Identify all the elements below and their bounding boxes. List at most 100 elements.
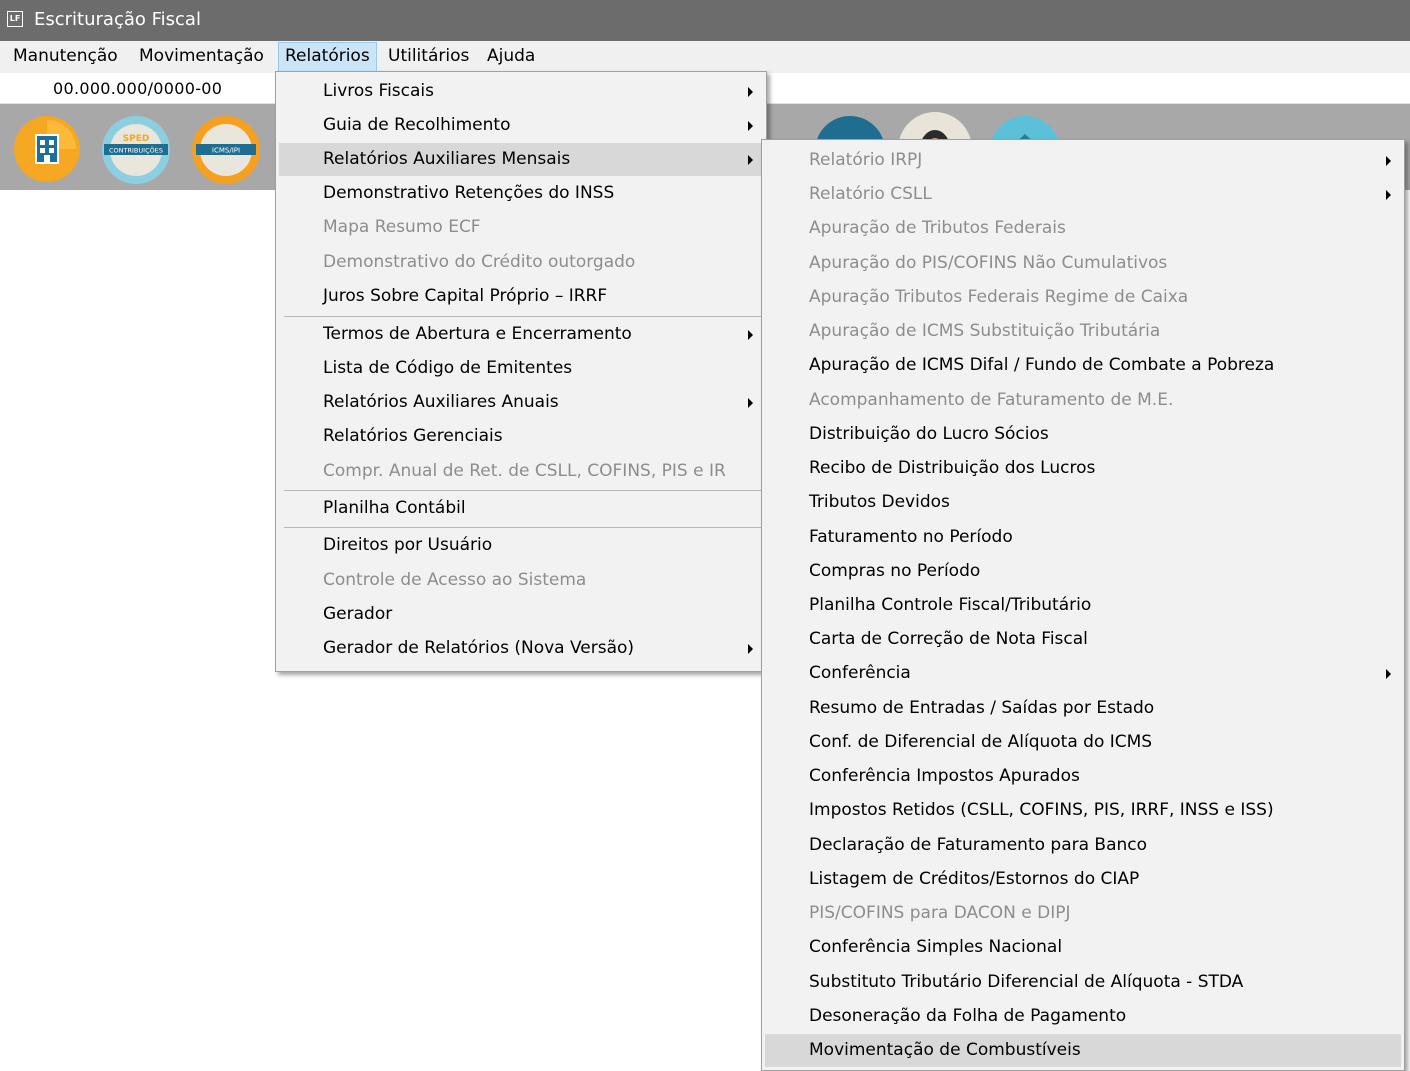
menu-item-label: Resumo de Entradas / Saídas por Estado — [809, 698, 1155, 718]
menu-item-label: Relatórios Auxiliares Anuais — [323, 392, 559, 412]
menu-item-label: Recibo de Distribuição dos Lucros — [809, 458, 1096, 478]
menu-item-label: Compras no Período — [809, 561, 981, 581]
submenu-arrow-icon — [748, 644, 753, 654]
submenu-arrow-icon — [1386, 156, 1391, 166]
menu-item-label: Conferência Simples Nacional — [809, 937, 1063, 957]
menu-item-direitos-usuario[interactable]: Direitos por Usuário — [279, 529, 763, 562]
menu-ajuda[interactable]: Ajuda — [481, 42, 541, 72]
menu-item-juros-capital-proprio[interactable]: Juros Sobre Capital Próprio – IRRF — [279, 280, 763, 313]
menu-item-label: Movimentação de Combustíveis — [809, 1040, 1081, 1060]
menu-item-guia-recolhimento[interactable]: Guia de Recolhimento — [279, 109, 763, 142]
submenu-item-stda[interactable]: Substituto Tributário Diferencial de Alí… — [765, 966, 1401, 999]
submenu-item-resumo-entradas-saidas[interactable]: Resumo de Entradas / Saídas por Estado — [765, 692, 1401, 725]
submenu-item-tributos-devidos[interactable]: Tributos Devidos — [765, 486, 1401, 519]
submenu-item-planilha-controle-fiscal[interactable]: Planilha Controle Fiscal/Tributário — [765, 589, 1401, 622]
menu-item-label: Direitos por Usuário — [323, 535, 493, 555]
menu-item-label: Demonstrativo do Crédito outorgado — [323, 252, 636, 272]
menu-item-label: Planilha Contábil — [323, 498, 466, 518]
submenu-item-declaracao-faturamento[interactable]: Declaração de Faturamento para Banco — [765, 829, 1401, 862]
menu-item-label: Apuração do PIS/COFINS Não Cumulativos — [809, 253, 1168, 273]
submenu-item-relatorio-irpj: Relatório IRPJ — [765, 144, 1401, 177]
menu-item-termos-abertura[interactable]: Termos de Abertura e Encerramento — [279, 318, 763, 351]
menu-item-relatorios-gerenciais[interactable]: Relatórios Gerenciais — [279, 420, 763, 453]
menu-item-label: Declaração de Faturamento para Banco — [809, 835, 1148, 855]
icms-ipi-label: ICMS/IPI — [212, 147, 240, 155]
menu-separator — [284, 316, 762, 317]
submenu-item-apuracao-regime-caixa: Apuração Tributos Federais Regime de Cai… — [765, 281, 1401, 314]
submenu-item-desoneracao-folha[interactable]: Desoneração da Folha de Pagamento — [765, 1000, 1401, 1033]
submenu-item-recibo-distribuicao[interactable]: Recibo de Distribuição dos Lucros — [765, 452, 1401, 485]
submenu-item-movimentacao-combustiveis[interactable]: Movimentação de Combustíveis — [765, 1034, 1401, 1067]
menu-item-lista-codigo-emitentes[interactable]: Lista de Código de Emitentes — [279, 352, 763, 385]
menu-bar: Manutenção Movimentação Relatórios Utili… — [0, 41, 1410, 73]
menu-item-demonstrativo-retencoes-inss[interactable]: Demonstrativo Retenções do INSS — [279, 177, 763, 210]
submenu-item-apuracao-tributos-federais: Apuração de Tributos Federais — [765, 212, 1401, 245]
menu-item-label: Mapa Resumo ECF — [323, 217, 481, 237]
menu-item-label: Planilha Controle Fiscal/Tributário — [809, 595, 1092, 615]
submenu-item-acompanhamento-faturamento: Acompanhamento de Faturamento de M.E. — [765, 384, 1401, 417]
menu-utilitarios[interactable]: Utilitários — [382, 42, 475, 72]
menu-item-label: Gerador — [323, 604, 393, 624]
menu-item-label: Conf. de Diferencial de Alíquota do ICMS — [809, 732, 1153, 752]
submenu-item-conf-diferencial-aliquota[interactable]: Conf. de Diferencial de Alíquota do ICMS — [765, 726, 1401, 759]
menu-relatorios[interactable]: Relatórios — [278, 42, 377, 72]
menu-item-gerador[interactable]: Gerador — [279, 598, 763, 631]
submenu-item-compras-periodo[interactable]: Compras no Período — [765, 555, 1401, 588]
menu-separator — [284, 490, 762, 491]
submenu-item-distribuicao-lucro[interactable]: Distribuição do Lucro Sócios — [765, 418, 1401, 451]
menu-item-demonstrativo-credito-outorgado: Demonstrativo do Crédito outorgado — [279, 246, 763, 279]
menu-item-label: Apuração de ICMS Substituição Tributária — [809, 321, 1161, 341]
submenu-arrow-icon — [748, 155, 753, 165]
app-icon: LF — [7, 11, 23, 27]
menu-item-label: Relatórios Gerenciais — [323, 426, 503, 446]
submenu-arrow-icon — [1386, 190, 1391, 200]
submenu-arrow-icon — [748, 398, 753, 408]
menu-item-compr-anual-ret: Compr. Anual de Ret. de CSLL, COFINS, PI… — [279, 455, 763, 488]
submenu-item-faturamento-periodo[interactable]: Faturamento no Período — [765, 521, 1401, 554]
submenu-item-apuracao-icms-difal[interactable]: Apuração de ICMS Difal / Fundo de Combat… — [765, 349, 1401, 382]
icms-ipi-icon[interactable]: ICMS/IPI — [190, 114, 262, 186]
window-title: Escrituração Fiscal — [34, 9, 201, 30]
submenu-item-impostos-retidos[interactable]: Impostos Retidos (CSLL, COFINS, PIS, IRR… — [765, 794, 1401, 827]
relatorios-auxiliares-mensais-submenu: Relatório IRPJ Relatório CSLL Apuração d… — [761, 139, 1405, 1071]
menu-item-label: Substituto Tributário Diferencial de Alí… — [809, 972, 1244, 992]
menu-item-label: Acompanhamento de Faturamento de M.E. — [809, 390, 1174, 410]
menu-item-label: Distribuição do Lucro Sócios — [809, 424, 1049, 444]
submenu-item-pis-cofins-dacon: PIS/COFINS para DACON e DIPJ — [765, 897, 1401, 930]
submenu-item-conferencia[interactable]: Conferência — [765, 657, 1401, 690]
menu-item-relatorios-auxiliares-mensais[interactable]: Relatórios Auxiliares Mensais — [279, 143, 763, 176]
menu-item-label: Impostos Retidos (CSLL, COFINS, PIS, IRR… — [809, 800, 1274, 820]
submenu-item-carta-correcao[interactable]: Carta de Correção de Nota Fiscal — [765, 623, 1401, 656]
menu-item-label: Relatório CSLL — [809, 184, 932, 204]
menu-item-label: Gerador de Relatórios (Nova Versão) — [323, 638, 635, 658]
menu-item-label: Relatório IRPJ — [809, 150, 923, 170]
menu-item-planilha-contabil[interactable]: Planilha Contábil — [279, 492, 763, 525]
menu-item-mapa-resumo-ecf: Mapa Resumo ECF — [279, 211, 763, 244]
company-cnpj: 00.000.000/0000-00 — [53, 79, 223, 98]
menu-item-label: Livros Fiscais — [323, 81, 434, 101]
menu-item-label: Demonstrativo Retenções do INSS — [323, 183, 615, 203]
menu-item-relatorios-auxiliares-anuais[interactable]: Relatórios Auxiliares Anuais — [279, 386, 763, 419]
menu-item-label: PIS/COFINS para DACON e DIPJ — [809, 903, 1071, 923]
menu-item-label: Juros Sobre Capital Próprio – IRRF — [323, 286, 608, 306]
sped-label: SPED — [123, 134, 150, 144]
menu-manutencao[interactable]: Manutenção — [7, 42, 124, 72]
menu-item-label: Faturamento no Período — [809, 527, 1013, 547]
submenu-item-conferencia-simples[interactable]: Conferência Simples Nacional — [765, 931, 1401, 964]
submenu-arrow-icon — [1386, 669, 1391, 679]
submenu-item-apuracao-pis-cofins: Apuração do PIS/COFINS Não Cumulativos — [765, 247, 1401, 280]
menu-movimentacao[interactable]: Movimentação — [133, 42, 270, 72]
company-building-icon[interactable] — [14, 116, 80, 182]
menu-item-label: Termos de Abertura e Encerramento — [323, 324, 632, 344]
menu-item-label: Apuração Tributos Federais Regime de Cai… — [809, 287, 1189, 307]
submenu-item-conferencia-impostos[interactable]: Conferência Impostos Apurados — [765, 760, 1401, 793]
menu-item-label: Conferência — [809, 663, 911, 683]
title-bar: LF Escrituração Fiscal — [0, 0, 1410, 41]
menu-item-label: Apuração de ICMS Difal / Fundo de Combat… — [809, 355, 1275, 375]
submenu-item-listagem-ciap[interactable]: Listagem de Créditos/Estornos do CIAP — [765, 863, 1401, 896]
menu-item-label: Controle de Acesso ao Sistema — [323, 570, 587, 590]
menu-item-label: Apuração de Tributos Federais — [809, 218, 1066, 238]
menu-item-gerador-relatorios-nova-versao[interactable]: Gerador de Relatórios (Nova Versão) — [279, 632, 763, 665]
menu-item-livros-fiscais[interactable]: Livros Fiscais — [279, 75, 763, 108]
sped-contribuicoes-icon[interactable]: SPED CONTRIBUIÇÕES — [100, 114, 172, 186]
